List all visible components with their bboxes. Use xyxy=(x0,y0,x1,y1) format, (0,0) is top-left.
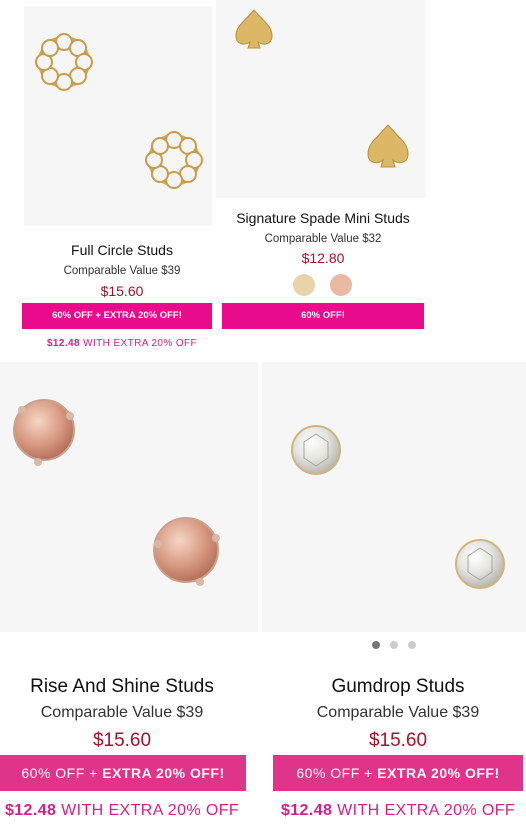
rise-and-shine-studs-image xyxy=(13,399,220,586)
gold-swatch[interactable] xyxy=(293,274,315,296)
sale-price: $15.60 xyxy=(92,730,152,751)
comparable-value: Comparable Value $39 xyxy=(316,704,480,721)
promo-banner: 60% OFF + EXTRA 20% OFF! xyxy=(273,755,523,791)
sale-price: $15.60 xyxy=(100,283,144,299)
extra-price: $12.48 xyxy=(280,802,333,819)
extra-text: WITH EXTRA 20% OFF xyxy=(337,802,516,819)
product-image-rise-and-shine-studs[interactable] xyxy=(0,362,258,632)
carousel-dot[interactable] xyxy=(390,641,398,649)
spade-studs-image xyxy=(235,9,409,168)
promo-prefix: 60% OFF + xyxy=(21,765,103,781)
product-image-gumdrop-studs[interactable] xyxy=(262,362,526,632)
carousel-dot[interactable] xyxy=(371,641,380,649)
extra-discount-line: $12.48 WITH EXTRA 20% OFF xyxy=(22,338,222,349)
promo-banner: 60% OFF + EXTRA 20% OFF! xyxy=(0,755,246,791)
product-name[interactable]: Full Circle Studs xyxy=(22,242,222,258)
product-name[interactable]: Gumdrop Studs xyxy=(272,676,524,698)
gumdrop-studs-image xyxy=(291,425,505,589)
extra-discount-line: $12.48 WITH EXTRA 20% OFF xyxy=(0,802,244,820)
product-name[interactable]: Signature Spade Mini Studs xyxy=(216,210,430,226)
promo-prefix: 60% OFF + xyxy=(296,765,378,781)
full-circle-studs-image xyxy=(35,33,203,189)
promo-banner: 60% OFF! xyxy=(222,303,424,329)
promo-emphasis: EXTRA 20% OFF! xyxy=(377,765,500,781)
promo-banner: 60% OFF + EXTRA 20% OFF! xyxy=(22,303,212,329)
rose-gold-swatch[interactable] xyxy=(330,274,352,296)
comparable-value: Comparable Value $39 xyxy=(40,704,204,721)
extra-text: WITH EXTRA 20% OFF xyxy=(83,338,198,349)
promo-emphasis: EXTRA 20% OFF! xyxy=(102,765,225,781)
extra-price: $12.48 xyxy=(4,802,57,819)
carousel-dot[interactable] xyxy=(408,641,417,649)
sale-price: $12.80 xyxy=(301,250,345,266)
extra-discount-line: $12.48 WITH EXTRA 20% OFF xyxy=(272,802,524,820)
carousel-dots xyxy=(262,636,526,654)
product-image-full-circle-studs[interactable] xyxy=(24,6,212,226)
extra-price: $12.48 xyxy=(46,338,80,349)
comparable-value: Comparable Value $32 xyxy=(264,233,382,245)
product-name[interactable]: Rise And Shine Studs xyxy=(0,676,244,698)
extra-text: WITH EXTRA 20% OFF xyxy=(61,802,240,819)
sale-price: $15.60 xyxy=(368,730,428,751)
comparable-value: Comparable Value $39 xyxy=(63,265,181,277)
product-image-signature-spade-mini-studs[interactable] xyxy=(216,0,426,198)
